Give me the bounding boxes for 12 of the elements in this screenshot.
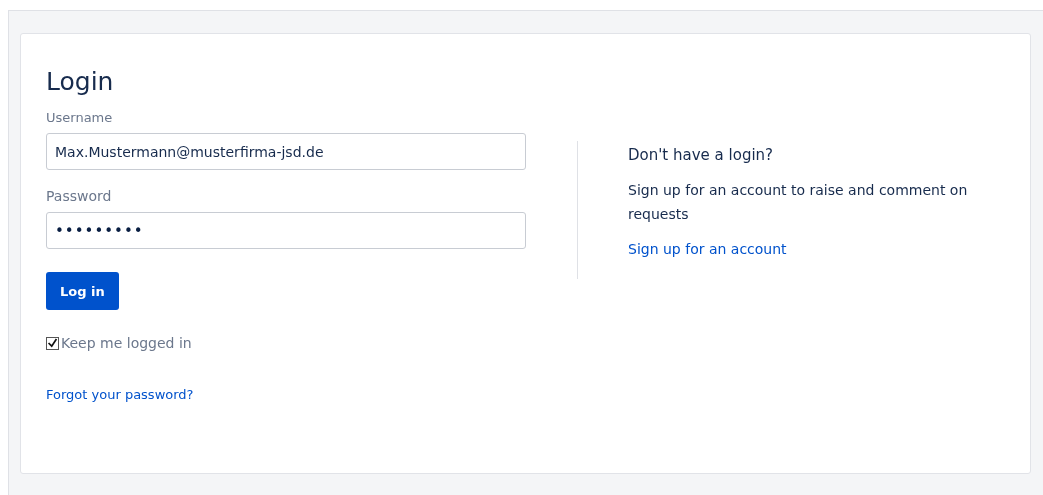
page-title: Login bbox=[46, 66, 115, 98]
signup-link[interactable]: Sign up for an account bbox=[628, 241, 787, 257]
username-field[interactable]: Max.Mustermann@musterfirma-jsd.de bbox=[46, 133, 526, 170]
signup-description: Sign up for an account to raise and comment on requests bbox=[628, 181, 969, 224]
password-field[interactable]: ••••••••• bbox=[46, 212, 526, 249]
checkbox[interactable] bbox=[46, 336, 59, 350]
login-button[interactable]: Log in bbox=[46, 272, 119, 310]
forgot-password-link[interactable]: Forgot your password? bbox=[46, 387, 194, 402]
password-label: Password bbox=[46, 188, 113, 204]
keep-logged-in-label: Keep me logged in bbox=[61, 335, 192, 351]
username-label: Username bbox=[46, 110, 114, 125]
signup-heading: Don't have a login? bbox=[628, 146, 775, 164]
